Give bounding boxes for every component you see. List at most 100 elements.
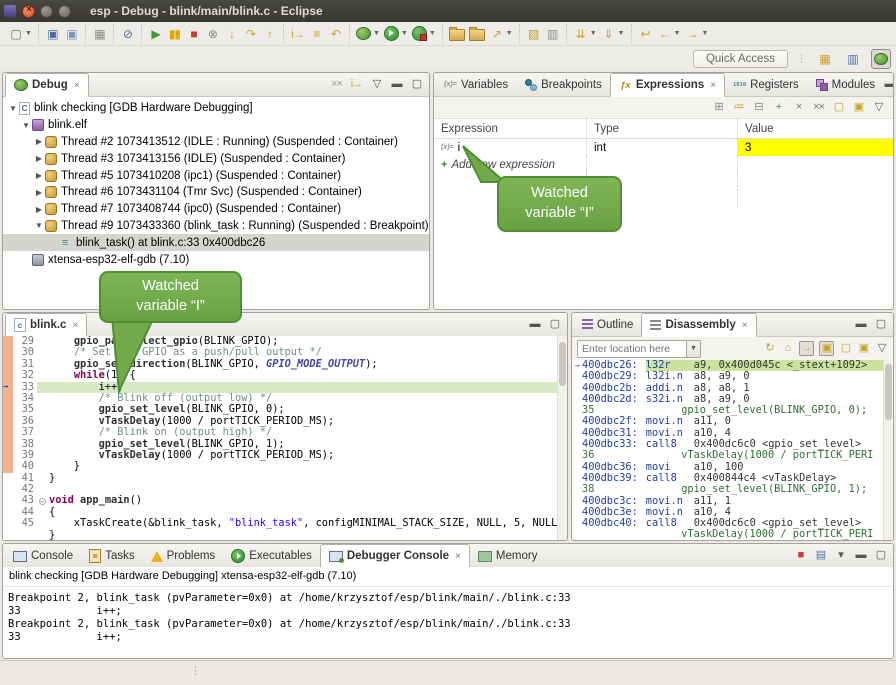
window-close-button[interactable] <box>22 5 35 18</box>
code-line[interactable]: 39 vTaskDelay(1000 / portTICK_PERIOD_MS)… <box>3 450 567 461</box>
pin-editor-dropdown-icon[interactable]: ▼ <box>618 30 625 37</box>
new-dropdown-icon[interactable]: ▼ <box>25 30 32 37</box>
home-icon[interactable]: ⌂ <box>781 342 794 355</box>
step-over-icon[interactable]: ↷ <box>243 26 258 42</box>
tree-expander-icon[interactable]: ▶ <box>33 188 45 197</box>
terminate-icon[interactable]: ■ <box>186 26 201 42</box>
editor-annotation-ruler[interactable] <box>3 370 13 381</box>
open-project-icon[interactable] <box>469 29 485 41</box>
tab-problems[interactable]: Problems <box>143 544 224 567</box>
tree-expander-icon[interactable]: ▼ <box>20 121 32 130</box>
tab-expressions[interactable]: Expressions× <box>610 73 725 97</box>
minimize-icon[interactable]: ▬ <box>854 318 867 331</box>
tree-expander-icon[interactable]: ▶ <box>33 137 45 146</box>
editor-annotation-ruler[interactable] <box>3 473 13 484</box>
close-tab-icon[interactable]: × <box>72 320 78 331</box>
follow-execution-icon[interactable]: → <box>799 341 814 356</box>
tab-debug[interactable]: Debug × <box>5 73 89 97</box>
build-icon[interactable]: ▦ <box>92 26 107 42</box>
display-selected-console-icon[interactable]: ▤ <box>814 549 827 562</box>
column-value[interactable]: Value <box>738 119 893 138</box>
minimize-icon[interactable]: ▬ <box>883 78 894 91</box>
back-icon[interactable]: ← <box>657 26 672 42</box>
save-icon[interactable]: ▣ <box>45 26 60 42</box>
column-expression[interactable]: Expression <box>434 119 587 138</box>
external-tools-icon[interactable] <box>412 26 427 41</box>
disconnect-icon[interactable]: ⊗ <box>205 26 220 42</box>
open-view-icon[interactable]: ▣ <box>857 342 870 355</box>
column-type[interactable]: Type <box>587 119 738 138</box>
editor-annotation-ruler[interactable] <box>3 347 13 358</box>
suspend-icon[interactable]: ▮▮ <box>167 26 182 42</box>
view-menu-icon[interactable]: ▽ <box>875 342 888 355</box>
tab-variables[interactable]: Variables <box>436 73 516 96</box>
editor-annotation-ruler[interactable] <box>3 336 13 347</box>
skip-all-breakpoints-icon[interactable]: ⊘ <box>120 26 135 42</box>
flash-dropdown-icon[interactable]: ▼ <box>506 30 513 37</box>
debug-tree-item[interactable]: ▶Thread #5 1073410208 (ipc1) (Suspended … <box>3 167 429 184</box>
open-resource-icon[interactable] <box>449 29 465 41</box>
editor-annotation-ruler[interactable] <box>3 359 13 370</box>
tab-registers[interactable]: Registers <box>725 73 807 96</box>
run-icon[interactable] <box>384 26 399 41</box>
tab-tasks[interactable]: Tasks <box>81 544 142 567</box>
debug-tree-item[interactable]: ▼blink checking [GDB Hardware Debugging] <box>3 100 429 117</box>
use-step-filters-icon[interactable]: ≡ <box>309 26 324 42</box>
remove-expression-icon[interactable]: × <box>792 101 805 114</box>
expression-row[interactable]: (x)=i int 3 <box>434 139 893 156</box>
tree-expander-icon[interactable]: ▼ <box>33 221 45 230</box>
close-tab-icon[interactable]: × <box>74 80 80 91</box>
debug-tree-item[interactable]: ▼Thread #9 1073433360 (blink_task : Runn… <box>3 218 429 235</box>
disassembly-row[interactable]: vTaskDelay(1000 / portTICK_PERI <box>572 529 893 540</box>
code-line[interactable]: 32 while(1) { <box>3 370 567 381</box>
tab-blink-c[interactable]: blink.c × <box>5 313 87 337</box>
tree-expander-icon[interactable]: ▶ <box>33 171 45 180</box>
instruction-stepping-mode-icon[interactable]: i→ <box>350 78 363 91</box>
tab-debugger-console[interactable]: Debugger Console× <box>320 544 470 568</box>
debug-dropdown-icon[interactable]: ▼ <box>373 30 380 37</box>
step-into-icon[interactable]: ↓ <box>224 26 239 42</box>
disassembly-scrollbar[interactable] <box>883 360 893 540</box>
tab-console[interactable]: Console <box>5 544 81 567</box>
new-view-icon[interactable]: ▢ <box>839 342 852 355</box>
tab-outline[interactable]: Outline <box>574 313 641 336</box>
debug-tree-item[interactable]: ▶Thread #6 1073431104 (Tmr Svc) (Suspend… <box>3 184 429 201</box>
maximize-icon[interactable]: ▢ <box>548 318 561 331</box>
console-menu-icon[interactable]: ▾ <box>834 549 847 562</box>
minimize-icon[interactable]: ▬ <box>854 549 867 562</box>
editor-annotation-ruler[interactable] <box>3 530 13 540</box>
code-line[interactable]: 31 gpio_set_direction(BLINK_GPIO, GPIO_M… <box>3 359 567 370</box>
sync-selection-icon[interactable]: ▣ <box>819 341 834 356</box>
last-edit-location-icon[interactable]: ↩ <box>638 26 653 42</box>
pin-editor-icon[interactable]: ⇓ <box>601 26 616 42</box>
code-line[interactable]: 29 gpio_pad_select_gpio(BLINK_GPIO); <box>3 336 567 347</box>
show-source-icon[interactable]: ▥ <box>545 26 560 42</box>
flash-icon[interactable]: ↗ <box>489 26 504 42</box>
instruction-stepping-icon[interactable]: i→ <box>290 26 305 42</box>
disassembly-listing[interactable]: →400dbc26:l32ra9, 0x400d045c <_stext+109… <box>572 360 893 540</box>
editor-annotation-ruler[interactable] <box>3 518 13 529</box>
code-line[interactable]: 45 xTaskCreate(&blink_task, "blink_task"… <box>3 518 567 529</box>
location-input[interactable] <box>577 340 687 358</box>
location-dropdown-icon[interactable]: ▼ <box>687 340 701 358</box>
remove-all-expressions-icon[interactable]: ×× <box>812 101 825 114</box>
open-perspective-button[interactable]: ▦ <box>815 49 835 69</box>
external-tools-dropdown-icon[interactable]: ▼ <box>429 30 436 37</box>
maximize-icon[interactable]: ▢ <box>874 549 887 562</box>
debug-tree-item[interactable]: ▶Thread #2 1073413512 (IDLE : Running) (… <box>3 134 429 151</box>
tab-disassembly[interactable]: Disassembly× <box>641 313 756 337</box>
show-type-names-icon[interactable]: ⊞ <box>712 101 725 114</box>
debug-perspective-button[interactable] <box>871 49 891 69</box>
editor-annotation-ruler[interactable] <box>3 404 13 415</box>
show-logical-structure-icon[interactable]: ≔ <box>732 101 745 114</box>
debug-tree-item[interactable]: ▼blink.elf <box>3 117 429 134</box>
close-tab-icon[interactable]: × <box>710 80 716 91</box>
debug-tree-item[interactable]: ▶Thread #3 1073413156 (IDLE) (Suspended … <box>3 150 429 167</box>
code-line[interactable]: 36 vTaskDelay(1000 / portTICK_PERIOD_MS)… <box>3 416 567 427</box>
collapse-all-icon[interactable]: ⊟ <box>752 101 765 114</box>
minimize-icon[interactable]: ▬ <box>390 78 403 91</box>
editor-annotation-ruler[interactable] <box>3 495 13 506</box>
tab-executables[interactable]: Executables <box>223 544 320 567</box>
fold-collapse-icon[interactable]: − <box>39 498 46 505</box>
tree-expander-icon[interactable]: ▶ <box>33 154 45 163</box>
